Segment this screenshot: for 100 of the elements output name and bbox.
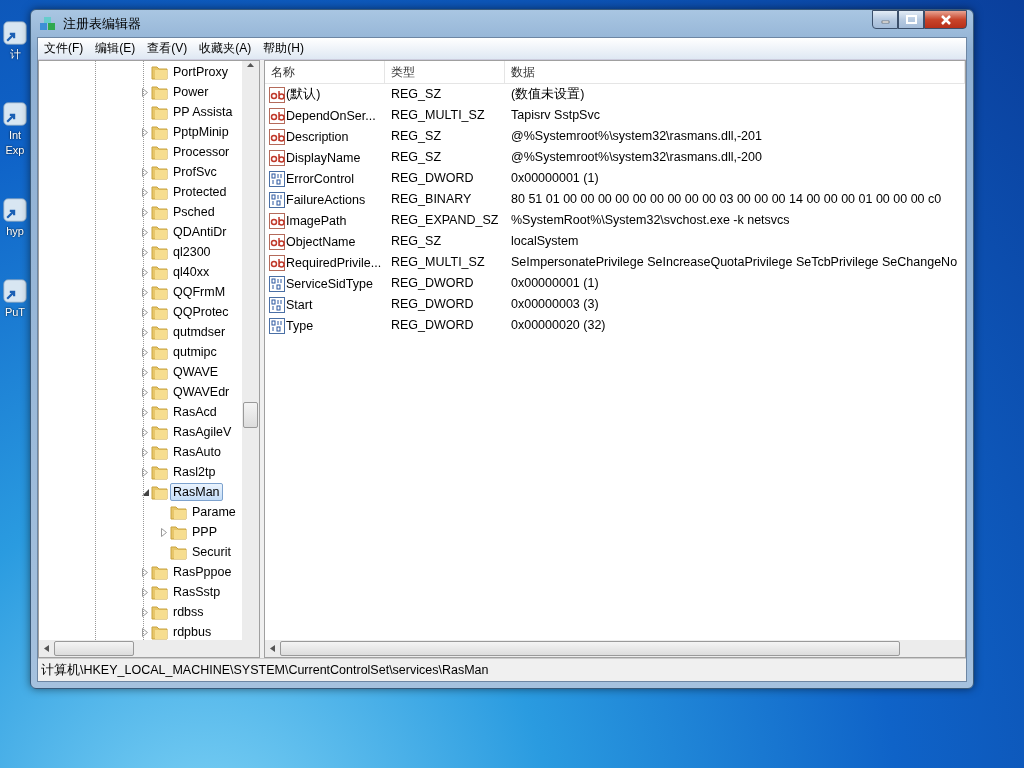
tree-item[interactable]: PP Assista <box>170 103 236 121</box>
tree-item[interactable]: ql40xx <box>170 263 213 281</box>
tree-item[interactable]: Power <box>170 83 212 101</box>
value-data: 0x00000020 (32) <box>510 317 607 334</box>
value-data: 0x00000003 (3) <box>510 296 600 313</box>
tree-item[interactable]: ProfSvc <box>170 163 220 181</box>
menu-item[interactable]: 收藏夹(A) <box>193 38 258 59</box>
folder-icon <box>170 544 187 560</box>
tree-item[interactable]: Psched <box>170 203 218 221</box>
value-data: %SystemRoot%\System32\svchost.exe -k netsvcs <box>510 212 791 229</box>
tree-item[interactable]: PPP <box>189 523 220 541</box>
binary-value-icon <box>269 317 285 334</box>
tree-item[interactable]: PptpMinip <box>170 123 232 141</box>
collapse-arrow-icon[interactable] <box>141 488 149 496</box>
tree-item[interactable]: PortProxy <box>170 63 231 81</box>
folder-icon <box>151 304 168 320</box>
value-name[interactable]: Type <box>286 318 314 333</box>
value-name[interactable]: ErrorControl <box>286 171 355 186</box>
menu-item[interactable]: 查看(V) <box>141 38 194 59</box>
folder-icon <box>151 244 168 260</box>
value-type: REG_BINARY <box>390 191 473 208</box>
expand-arrow-icon[interactable] <box>142 127 148 137</box>
tree-item[interactable]: RasAuto <box>170 443 224 461</box>
tree-item[interactable]: QQFrmM <box>170 283 229 301</box>
close-button[interactable] <box>924 10 967 29</box>
scrollbar-thumb[interactable] <box>243 402 258 428</box>
binary-value-icon <box>269 191 285 208</box>
scrollbar-thumb[interactable] <box>54 641 134 656</box>
folder-icon <box>151 364 168 380</box>
value-name[interactable]: ObjectName <box>286 234 356 249</box>
tree-item[interactable]: Protected <box>170 183 230 201</box>
menu-item[interactable]: 编辑(E) <box>89 38 142 59</box>
maximize-button[interactable] <box>898 10 924 29</box>
horizontal-scrollbar[interactable] <box>39 640 259 657</box>
tree-item[interactable]: qutmdser <box>170 323 229 341</box>
binary-value-icon <box>269 296 285 313</box>
value-type: REG_MULTI_SZ <box>390 107 486 124</box>
tree-item[interactable]: Rasl2tp <box>170 463 219 481</box>
value-name[interactable]: DisplayName <box>286 150 361 165</box>
tree-item[interactable]: RasMan <box>170 483 223 501</box>
tree-item[interactable]: RasAgileV <box>170 423 235 441</box>
tree-item[interactable]: RasPppoe <box>170 563 235 581</box>
tree-item[interactable]: ql2300 <box>170 243 214 261</box>
desktop-icon-label: Int <box>8 129 22 142</box>
value-type: REG_DWORD <box>390 275 475 292</box>
tree-item[interactable]: Processor <box>170 143 233 161</box>
desktop-icon-label: hyp <box>6 225 24 238</box>
horizontal-scrollbar[interactable] <box>265 640 965 657</box>
menu-item[interactable]: 文件(F) <box>38 38 90 59</box>
minimize-button[interactable] <box>872 10 898 29</box>
value-data: 0x00000001 (1) <box>510 170 600 187</box>
tree-item[interactable]: QWAVEdr <box>170 383 233 401</box>
value-type: REG_MULTI_SZ <box>390 254 486 271</box>
folder-icon <box>151 604 168 620</box>
menu-item[interactable]: 帮助(H) <box>257 38 310 59</box>
tree-item[interactable]: QWAVE <box>170 363 222 381</box>
tree-item[interactable]: RasAcd <box>170 403 220 421</box>
folder-icon <box>151 584 168 600</box>
tree-item[interactable]: qutmipc <box>170 343 220 361</box>
value-type: REG_SZ <box>390 86 442 103</box>
shortcut-icon[interactable] <box>2 278 28 304</box>
value-name[interactable]: RequiredPrivile... <box>286 255 382 270</box>
tree-item[interactable]: rdpbus <box>170 623 215 640</box>
desktop-icon-label: PuT <box>4 306 26 319</box>
value-name[interactable]: ServiceSidType <box>286 276 373 291</box>
value-name[interactable]: Start <box>286 297 313 312</box>
tree-item[interactable]: Parame <box>189 503 239 521</box>
tree-item[interactable]: RasSstp <box>170 583 224 601</box>
folder-icon <box>170 524 187 540</box>
value-name[interactable]: Description <box>286 129 349 144</box>
close-icon <box>939 14 952 25</box>
folder-icon <box>151 444 168 460</box>
tree-item[interactable]: Securit <box>189 543 234 561</box>
folder-icon <box>151 124 168 140</box>
value-name[interactable]: DependOnSer... <box>286 108 376 123</box>
value-data: SeImpersonatePrivilege SeIncreaseQuotaPrivilege SeTcbPrivilege SeChangeNo <box>510 254 959 271</box>
column-header[interactable]: 名称 <box>265 61 385 84</box>
value-name[interactable]: FailureActions <box>286 192 366 207</box>
shortcut-icon[interactable] <box>2 20 28 46</box>
expand-arrow-icon[interactable] <box>161 527 167 537</box>
folder-icon <box>151 564 168 580</box>
expand-arrow-icon[interactable] <box>142 87 148 97</box>
column-header[interactable]: 数据 <box>505 61 965 84</box>
tree-item[interactable]: QQProtec <box>170 303 232 321</box>
column-header[interactable]: 类型 <box>385 61 505 84</box>
tree-item[interactable]: QDAntiDr <box>170 223 230 241</box>
shortcut-icon[interactable] <box>2 101 28 127</box>
shortcut-icon[interactable] <box>2 197 28 223</box>
value-name[interactable]: (默认) <box>286 86 321 103</box>
folder-icon <box>151 484 168 500</box>
value-type: REG_DWORD <box>390 317 475 334</box>
value-name[interactable]: ImagePath <box>286 213 347 228</box>
folder-icon <box>151 624 168 640</box>
tree-item[interactable]: rdbss <box>170 603 207 621</box>
binary-value-icon <box>269 275 285 292</box>
vertical-scrollbar[interactable] <box>242 61 259 640</box>
window-title: 注册表编辑器 <box>63 14 142 33</box>
status-bar-path: 计算机\HKEY_LOCAL_MACHINE\SYSTEM\CurrentControlSet\services\RasMan <box>40 661 489 679</box>
maximize-icon <box>905 15 917 24</box>
scrollbar-thumb[interactable] <box>280 641 900 656</box>
